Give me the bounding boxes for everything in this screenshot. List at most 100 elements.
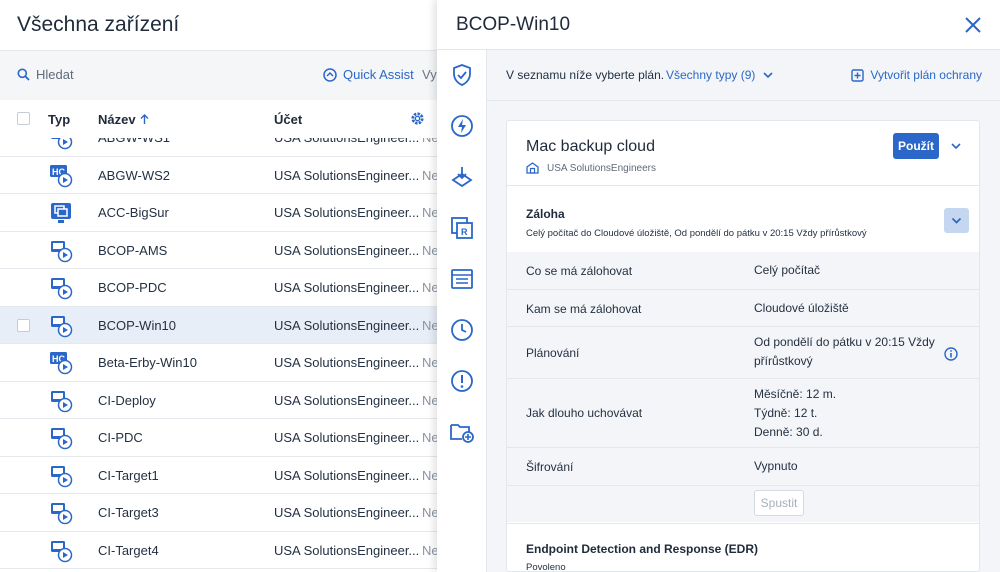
inventory-icon[interactable] bbox=[449, 266, 475, 292]
monitor-play-icon bbox=[51, 390, 73, 412]
column-name[interactable]: Název bbox=[98, 112, 149, 127]
detail-key: Co se má zálohovat bbox=[526, 264, 633, 278]
table-row[interactable]: CI-Target4 USA SolutionsEngineer... Ne bbox=[0, 532, 440, 569]
panel-side-rail: R bbox=[437, 50, 487, 572]
monitor-play-icon bbox=[51, 428, 73, 450]
monitor-icon bbox=[51, 203, 71, 223]
more-actions-truncated[interactable]: Vy bbox=[422, 67, 437, 82]
detail-value: Cloudové úložiště bbox=[754, 301, 849, 315]
table-row[interactable]: HC ABGW-WS2 USA SolutionsEngineer... Ne bbox=[0, 157, 440, 194]
search-label: Hledat bbox=[36, 67, 74, 82]
detail-value: Vypnuto bbox=[754, 459, 798, 473]
plan-type-filter-dropdown[interactable]: Všechny typy (9) bbox=[666, 68, 773, 82]
table-row[interactable]: HC Beta-Erby-Win10 USA SolutionsEngineer..… bbox=[0, 344, 440, 382]
monitor-play-icon bbox=[51, 240, 73, 262]
detail-value-line: Denně: 30 d. bbox=[754, 425, 823, 439]
detail-value-line: Od pondělí do pátku v 20:15 Vždy bbox=[754, 335, 935, 349]
search-icon bbox=[17, 68, 30, 81]
device-account: USA SolutionsEngineer... bbox=[274, 317, 420, 333]
device-name[interactable]: ABGW-WS2 bbox=[98, 168, 170, 183]
deploy-icon[interactable] bbox=[449, 164, 475, 190]
detail-value: Celý počítač bbox=[754, 263, 821, 277]
row-checkbox[interactable] bbox=[17, 318, 30, 332]
create-protection-plan-button[interactable]: Vytvořit plán ochrany bbox=[851, 68, 982, 82]
table-row[interactable]: ABGW-WS1USA SolutionsEngineer...Ne bbox=[0, 138, 440, 157]
device-name[interactable]: CI-Deploy bbox=[98, 393, 156, 408]
detail-value-line: přírůstkový bbox=[754, 354, 813, 368]
alert-icon[interactable] bbox=[449, 368, 475, 394]
chevron-down-icon[interactable] bbox=[949, 139, 963, 153]
shield-check-icon[interactable] bbox=[449, 62, 475, 88]
column-settings-gear-icon[interactable] bbox=[410, 111, 425, 126]
expand-section-button[interactable] bbox=[944, 208, 969, 233]
divider bbox=[507, 523, 979, 524]
table-row[interactable]: BCOP-Win10 USA SolutionsEngineer... Ne bbox=[0, 306, 440, 344]
monitor-play-icon bbox=[51, 465, 73, 487]
table-row[interactable]: BCOP-PDC USA SolutionsEngineer... Ne bbox=[0, 269, 440, 307]
monitor-play-icon bbox=[51, 315, 73, 337]
table-row[interactable]: ACC-BigSur USA SolutionsEngineer... Ne bbox=[0, 194, 440, 232]
table-row[interactable]: CI-PDC USA SolutionsEngineer... Ne bbox=[0, 419, 440, 457]
edr-status: Povoleno bbox=[526, 562, 566, 572]
divider bbox=[507, 185, 979, 186]
device-list-page: Všechna zařízení Hledat Quick Assist Vy … bbox=[0, 0, 440, 572]
apply-plan-button[interactable]: Použít bbox=[893, 133, 939, 159]
device-name[interactable]: Beta-Erby-Win10 bbox=[98, 355, 197, 370]
clock-icon[interactable] bbox=[449, 317, 475, 343]
detail-row: Kam se má zálohovat Cloudové úložiště bbox=[507, 290, 979, 327]
list-toolbar: Hledat Quick Assist Vy bbox=[0, 50, 440, 100]
page-title: Všechna zařízení bbox=[17, 13, 180, 36]
detail-key: Jak dlouho uchovávat bbox=[526, 406, 643, 420]
hc-play-icon: HC bbox=[50, 352, 73, 375]
backup-section-title: Záloha bbox=[526, 207, 565, 221]
backup-section-summary: Celý počítač do Cloudové úložiště, Od po… bbox=[526, 228, 867, 239]
device-name[interactable]: CI-Target4 bbox=[98, 543, 159, 558]
table-row[interactable]: CI-Deploy USA SolutionsEngineer... Ne bbox=[0, 382, 440, 419]
column-type[interactable]: Typ bbox=[48, 112, 70, 127]
detail-value-line: Týdně: 12 t. bbox=[754, 406, 818, 420]
monitor-play-icon bbox=[51, 138, 73, 150]
lightning-icon[interactable] bbox=[449, 113, 475, 139]
plan-account-label: USA SolutionsEngineers bbox=[547, 162, 656, 174]
device-account: USA SolutionsEngineer... bbox=[274, 167, 420, 183]
select-all-checkbox[interactable] bbox=[17, 112, 30, 125]
device-name[interactable]: ABGW-WS1 bbox=[98, 138, 170, 145]
device-account: USA SolutionsEngineer... bbox=[274, 355, 420, 370]
run-backup-button[interactable]: Spustit bbox=[754, 490, 804, 516]
device-name[interactable]: BCOP-Win10 bbox=[98, 318, 176, 333]
edr-section-title: Endpoint Detection and Response (EDR) bbox=[526, 542, 759, 556]
close-icon[interactable] bbox=[962, 14, 984, 36]
plan-selector-bar: V seznamu níže vyberte plán. Všechny typ… bbox=[487, 50, 1000, 101]
detail-value: Měsíčně: 12 m. Týdně: 12 t. Denně: 30 d. bbox=[754, 385, 836, 442]
table-row[interactable]: CI-Target1 USA SolutionsEngineer... Ne bbox=[0, 457, 440, 494]
remote-desktop-icon[interactable]: R bbox=[449, 215, 475, 241]
chevron-down-icon bbox=[951, 217, 962, 224]
device-name[interactable]: ACC-BigSur bbox=[98, 205, 169, 220]
chevron-down-icon bbox=[763, 72, 773, 79]
device-account: USA SolutionsEngineer... bbox=[274, 392, 420, 408]
device-name[interactable]: BCOP-AMS bbox=[98, 243, 167, 258]
info-icon[interactable] bbox=[944, 347, 958, 361]
device-name[interactable]: CI-Target1 bbox=[98, 468, 159, 483]
table-header: Typ Název Účet bbox=[0, 100, 440, 138]
device-table-body: ABGW-WS1USA SolutionsEngineer...Ne HC ABGW… bbox=[0, 138, 440, 572]
create-plan-label: Vytvořit plán ochrany bbox=[870, 68, 982, 82]
quick-assist-button[interactable]: Quick Assist bbox=[323, 67, 414, 82]
panel-title: BCOP-Win10 bbox=[456, 14, 571, 35]
quick-assist-icon bbox=[323, 67, 337, 82]
monitor-play-icon bbox=[51, 503, 73, 525]
detail-value: Od pondělí do pátku v 20:15 Vždy přírůst… bbox=[754, 333, 935, 371]
table-row[interactable]: CI-Target3 USA SolutionsEngineer... Ne bbox=[0, 494, 440, 532]
svg-text:R: R bbox=[461, 227, 468, 237]
detail-row: Co se má zálohovat Celý počítač bbox=[507, 252, 979, 290]
folder-add-icon[interactable] bbox=[449, 419, 475, 445]
column-account[interactable]: Účet bbox=[274, 112, 302, 127]
quick-assist-label: Quick Assist bbox=[343, 67, 414, 82]
table-row[interactable]: BCOP-AMS USA SolutionsEngineer... Ne bbox=[0, 232, 440, 269]
sort-ascending-icon bbox=[140, 114, 149, 124]
device-account: USA SolutionsEngineer... bbox=[274, 205, 420, 220]
device-name[interactable]: CI-PDC bbox=[98, 430, 143, 445]
device-name[interactable]: CI-Target3 bbox=[98, 505, 159, 520]
search-button[interactable]: Hledat bbox=[17, 67, 74, 82]
device-name[interactable]: BCOP-PDC bbox=[98, 280, 167, 295]
